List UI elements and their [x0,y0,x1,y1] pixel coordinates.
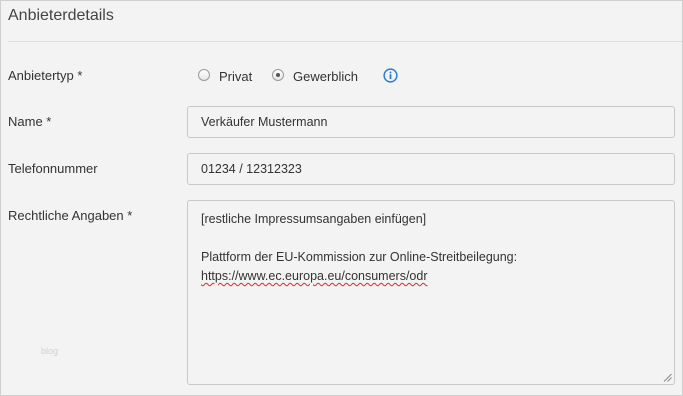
legal-text-odr-link: https://www.ec.europa.eu/consumers/odr [201,269,428,283]
radio-gewerblich-label[interactable]: Gewerblich [293,69,358,84]
radio-privat[interactable]: Privat [198,66,252,84]
provider-details-panel: Anbieterdetails Anbietertyp * Privat Gew… [0,0,683,396]
watermark: blog [41,346,59,356]
legal-text-line-2: Plattform der EU-Kommission zur Online-S… [201,250,518,264]
radio-gewerblich[interactable]: Gewerblich [272,66,358,84]
legal-text-blank-line [201,229,661,248]
resize-grip-icon[interactable] [663,373,672,382]
phone-input[interactable]: 01234 / 12312323 [187,153,675,185]
phone-label: Telefonnummer [8,161,98,176]
radio-gewerblich-control[interactable] [272,69,284,81]
legal-text-line-1: [restliche Impressumsangaben einfügen] [201,212,427,226]
radio-privat-label[interactable]: Privat [219,69,252,84]
radio-privat-control[interactable] [198,69,210,81]
name-input[interactable]: Verkäufer Mustermann [187,106,675,138]
legal-info-label: Rechtliche Angaben * [8,208,133,223]
info-circle-icon[interactable] [383,68,398,83]
legal-info-textarea[interactable]: [restliche Impressumsangaben einfügen] P… [187,200,675,385]
name-label: Name * [8,114,52,129]
section-title: Anbieterdetails [8,7,114,24]
provider-type-label: Anbietertyp * [8,68,83,83]
section-divider [8,41,682,42]
